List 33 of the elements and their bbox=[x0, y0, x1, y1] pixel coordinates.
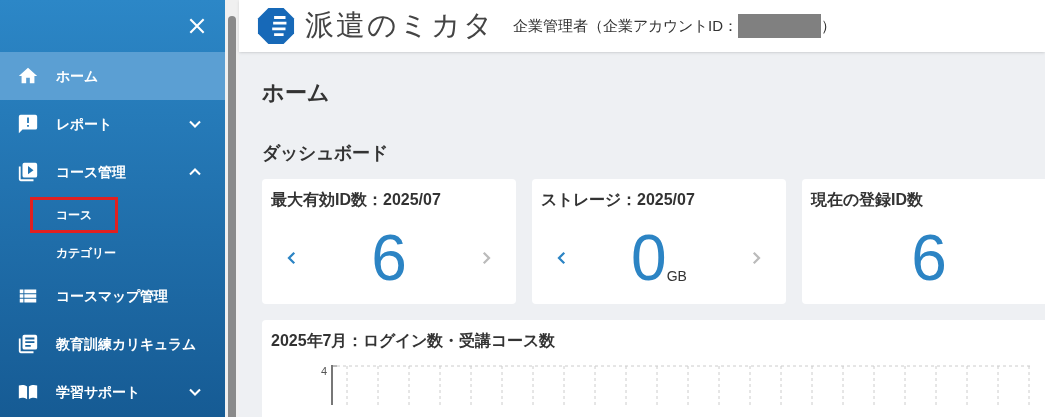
sidebar-subitem[interactable]: カテゴリー bbox=[30, 235, 142, 271]
card-title: 現在の登録ID数 bbox=[811, 190, 924, 210]
unit-label: GB bbox=[666, 268, 687, 286]
section-title: ダッシュボード bbox=[262, 142, 389, 165]
video-library-icon bbox=[17, 161, 39, 183]
sidebar-item[interactable]: 教育訓練カリキュラム bbox=[0, 320, 225, 368]
stat-value: 6 bbox=[911, 223, 947, 293]
account-role-end: ） bbox=[821, 15, 836, 36]
axis-tick-label: 4 bbox=[321, 365, 328, 379]
sidebar-item[interactable]: コース管理 bbox=[0, 148, 225, 196]
sidebar-label: コース管理 bbox=[56, 162, 126, 182]
sidebar-label: ホーム bbox=[56, 66, 98, 86]
comment-alert-icon bbox=[17, 113, 39, 135]
documents-icon bbox=[17, 333, 39, 355]
sidebar-item[interactable]: ホーム bbox=[0, 52, 225, 100]
chart-title: 2025年7月：ログイン数・受講コース数 bbox=[271, 332, 556, 349]
sidebar-label: 学習サポート bbox=[56, 382, 140, 402]
close-icon bbox=[187, 16, 207, 36]
account-role: 企業管理者（企業アカウントID： bbox=[513, 15, 738, 36]
sidebar-item[interactable]: 学習サポート bbox=[0, 368, 225, 416]
brand-name: 派遣のミカタ bbox=[305, 8, 495, 44]
sidebar-label: レポート bbox=[56, 114, 112, 134]
sidebar-item[interactable]: コースマップ管理 bbox=[0, 272, 225, 320]
card-title: 最大有効ID数：2025/07 bbox=[271, 190, 442, 210]
card-title: ストレージ：2025/07 bbox=[541, 190, 696, 210]
sidebar-label: コースマップ管理 bbox=[56, 286, 168, 306]
page-title: ホーム bbox=[262, 79, 331, 107]
sidebar-item[interactable]: レポート bbox=[0, 100, 225, 148]
sidebar-label: 教育訓練カリキュラム bbox=[56, 334, 196, 354]
stat-value: 6 bbox=[371, 223, 407, 293]
logo-icon bbox=[257, 7, 295, 45]
stat-value: 0 bbox=[631, 223, 667, 293]
sidebar-subitem[interactable]: コース bbox=[30, 197, 118, 233]
